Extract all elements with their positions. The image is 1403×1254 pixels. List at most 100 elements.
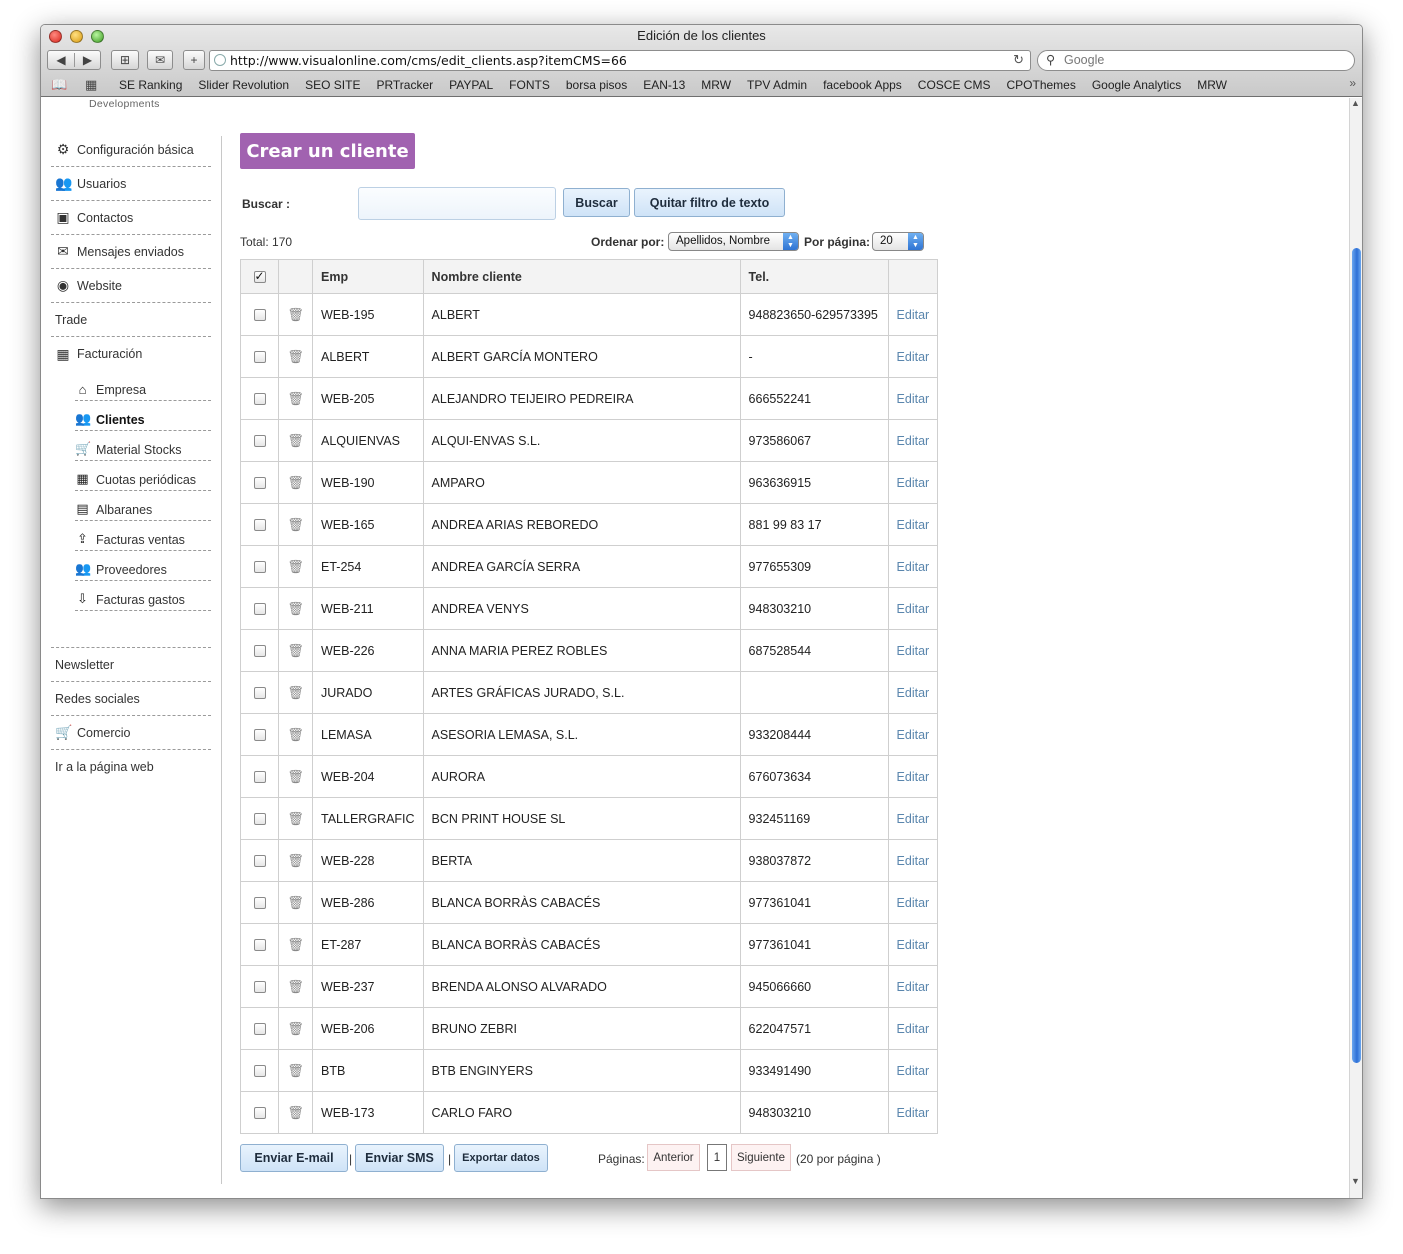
sidebar-subitem-material-stocks[interactable]: 🛒 Material Stocks [75, 431, 211, 461]
row-checkbox[interactable] [253, 561, 266, 574]
bookmark-item[interactable]: FONTS [509, 78, 550, 92]
row-checkbox[interactable] [253, 435, 266, 448]
next-page-button[interactable]: Siguiente [731, 1144, 791, 1171]
trash-icon[interactable]: 🗑 [287, 769, 304, 785]
row-checkbox[interactable] [253, 1107, 266, 1120]
sidebar-subitem-proveedores[interactable]: 👥 Proveedores [75, 551, 211, 581]
forward-button[interactable]: ▶ [73, 53, 100, 67]
edit-link[interactable]: Editar [897, 644, 930, 658]
edit-link[interactable]: Editar [897, 938, 930, 952]
edit-link[interactable]: Editar [897, 896, 930, 910]
send-sms-button[interactable]: Enviar SMS [355, 1144, 444, 1172]
edit-link[interactable]: Editar [897, 686, 930, 700]
bookmark-item[interactable]: facebook Apps [823, 78, 902, 92]
bookmark-item[interactable]: COSCE CMS [918, 78, 991, 92]
scrollbar-thumb[interactable] [1352, 248, 1361, 1063]
sidebar-item-billing[interactable]: ▦ Facturación [51, 337, 211, 371]
bookmark-item[interactable]: MRW [1197, 78, 1227, 92]
scroll-up-icon[interactable]: ▲ [1351, 98, 1360, 108]
clear-filter-button[interactable]: Quitar filtro de texto [634, 188, 785, 217]
edit-link[interactable]: Editar [897, 1064, 930, 1078]
bookmark-item[interactable]: SE Ranking [119, 78, 182, 92]
row-checkbox[interactable] [253, 771, 266, 784]
trash-icon[interactable]: 🗑 [287, 811, 304, 827]
trash-icon[interactable]: 🗑 [287, 853, 304, 869]
edit-link[interactable]: Editar [897, 434, 930, 448]
column-header-emp[interactable]: Emp [312, 259, 424, 294]
trash-icon[interactable]: 🗑 [287, 1105, 304, 1121]
row-checkbox[interactable] [253, 981, 266, 994]
back-button[interactable]: ◀ [48, 53, 74, 67]
grid-icon[interactable]: ▦ [85, 77, 103, 93]
sidebar-item-commerce[interactable]: 🛒 Comercio [51, 716, 211, 750]
edit-link[interactable]: Editar [897, 770, 930, 784]
row-checkbox[interactable] [253, 393, 266, 406]
trash-icon[interactable]: 🗑 [287, 559, 304, 575]
current-page[interactable]: 1 [707, 1144, 727, 1171]
edit-link[interactable]: Editar [897, 728, 930, 742]
bookmark-icon-button[interactable]: ⊞ [111, 50, 139, 70]
trash-icon[interactable]: 🗑 [287, 685, 304, 701]
row-checkbox[interactable] [253, 1065, 266, 1078]
edit-link[interactable]: Editar [897, 812, 930, 826]
row-checkbox[interactable] [253, 519, 266, 532]
row-checkbox[interactable] [253, 855, 266, 868]
edit-link[interactable]: Editar [897, 602, 930, 616]
sidebar-item-newsletter[interactable]: Newsletter [51, 648, 211, 682]
book-icon[interactable]: 📖 [51, 77, 69, 93]
bookmark-item[interactable]: SEO SITE [305, 78, 360, 92]
bookmark-item[interactable]: CPOThemes [1006, 78, 1075, 92]
sidebar-subitem-albaranes[interactable]: ▤ Albaranes [75, 491, 211, 521]
edit-link[interactable]: Editar [897, 1106, 930, 1120]
column-header-name[interactable]: Nombre cliente [422, 259, 741, 294]
row-checkbox[interactable] [253, 729, 266, 742]
sidebar-item-messages[interactable]: ✉ Mensajes enviados [51, 235, 211, 269]
per-page-select[interactable]: 20 ▲ ▼ [872, 232, 924, 251]
bookmark-item[interactable]: MRW [701, 78, 731, 92]
sidebar-item-trade[interactable]: Trade [51, 303, 211, 337]
order-select[interactable]: Apellidos, Nombre ▲ ▼ [668, 232, 799, 251]
edit-link[interactable]: Editar [897, 476, 930, 490]
url-input[interactable]: http://www.visualonline.com/cms/edit_cli… [209, 50, 1031, 71]
mail-page-button[interactable]: ✉ [147, 50, 173, 70]
bookmarks-overflow-icon[interactable]: » [1349, 76, 1356, 90]
search-input[interactable] [358, 187, 556, 220]
edit-link[interactable]: Editar [897, 392, 930, 406]
edit-link[interactable]: Editar [897, 1022, 930, 1036]
trash-icon[interactable]: 🗑 [287, 1063, 304, 1079]
row-checkbox[interactable] [253, 477, 266, 490]
bookmark-item[interactable]: borsa pisos [566, 78, 627, 92]
row-checkbox[interactable] [253, 897, 266, 910]
sidebar-subitem-cuotas[interactable]: ▦ Cuotas periódicas [75, 461, 211, 491]
bookmark-item[interactable]: Slider Revolution [198, 78, 289, 92]
bookmark-item[interactable]: EAN-13 [643, 78, 685, 92]
scroll-down-icon[interactable]: ▼ [1351, 1176, 1360, 1186]
trash-icon[interactable]: 🗑 [287, 601, 304, 617]
send-email-button[interactable]: Enviar E-mail [240, 1144, 348, 1172]
bookmark-item[interactable]: TPV Admin [747, 78, 807, 92]
row-checkbox[interactable] [253, 351, 266, 364]
export-data-button[interactable]: Exportar datos [454, 1144, 548, 1172]
sidebar-item-contacts[interactable]: ▣ Contactos [51, 201, 211, 235]
trash-icon[interactable]: 🗑 [287, 517, 304, 533]
edit-link[interactable]: Editar [897, 350, 930, 364]
bookmark-item[interactable]: PRTracker [376, 78, 433, 92]
page-scrollbar[interactable]: ▲ ▼ [1349, 98, 1362, 1198]
edit-link[interactable]: Editar [897, 854, 930, 868]
edit-link[interactable]: Editar [897, 560, 930, 574]
trash-icon[interactable]: 🗑 [287, 391, 304, 407]
row-checkbox[interactable] [253, 939, 266, 952]
sidebar-subitem-empresa[interactable]: ⌂ Empresa [75, 371, 211, 401]
sidebar-subitem-clientes[interactable]: 👥 Clientes [75, 401, 211, 431]
trash-icon[interactable]: 🗑 [287, 307, 304, 323]
row-checkbox[interactable] [253, 687, 266, 700]
site-logo[interactable]: Developments [89, 98, 160, 110]
trash-icon[interactable]: 🗑 [287, 937, 304, 953]
trash-icon[interactable]: 🗑 [287, 1021, 304, 1037]
row-checkbox[interactable] [253, 309, 266, 322]
trash-icon[interactable]: 🗑 [287, 979, 304, 995]
select-all-checkbox[interactable] [253, 269, 266, 284]
bookmark-item[interactable]: PAYPAL [449, 78, 493, 92]
create-client-button[interactable]: Crear un cliente [240, 133, 415, 169]
edit-link[interactable]: Editar [897, 518, 930, 532]
